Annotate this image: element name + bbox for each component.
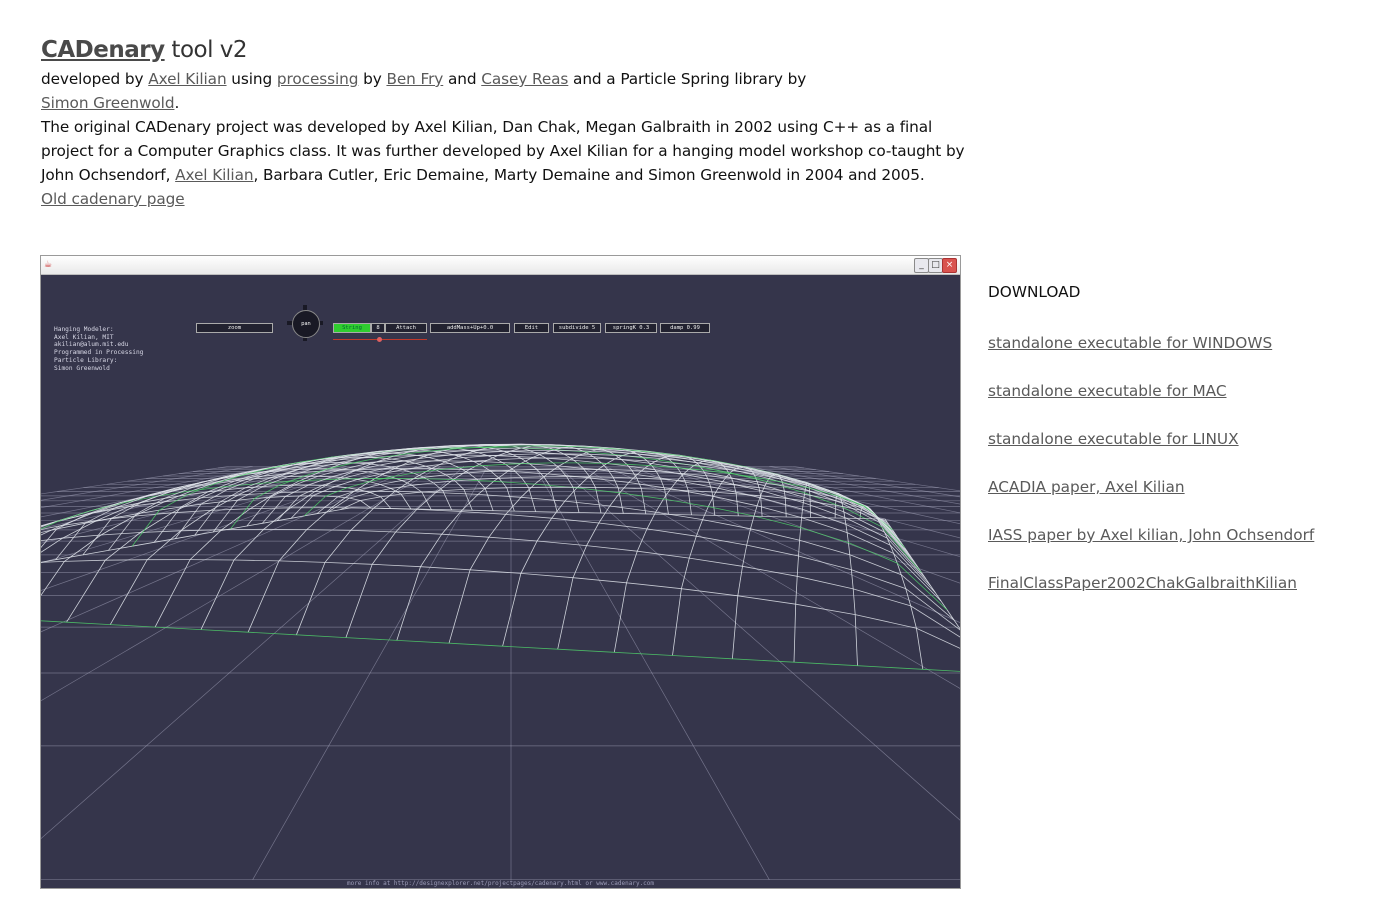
mesh-line xyxy=(834,492,858,666)
mesh-line xyxy=(41,507,960,631)
mesh-line xyxy=(351,507,886,520)
cadenary-title-link[interactable]: CADenary xyxy=(41,37,165,63)
mesh-line xyxy=(55,460,936,594)
old-cadenary-page-link[interactable]: Old cadenary page xyxy=(41,190,185,208)
iass-paper-link[interactable]: IASS paper by Axel kilian, John Ochsendo… xyxy=(988,526,1314,544)
minimize-button[interactable]: _ xyxy=(914,258,929,273)
axel-kilian-link[interactable]: Axel Kilian xyxy=(148,70,226,88)
final-class-paper-link[interactable]: FinalClassPaper2002ChakGalbraithKilian xyxy=(988,574,1297,592)
linux-download-link[interactable]: standalone executable for LINUX xyxy=(988,430,1239,448)
history-paragraph: The original CADenary project was develo… xyxy=(41,115,966,187)
text-span: and xyxy=(443,70,482,88)
mesh-line xyxy=(82,454,931,586)
casey-reas-link[interactable]: Casey Reas xyxy=(481,70,568,88)
text-span: developed by xyxy=(41,70,149,88)
mesh-line xyxy=(448,447,669,644)
text-span: using xyxy=(226,70,277,88)
mac-download-link[interactable]: standalone executable for MAC xyxy=(988,382,1227,400)
mesh-line xyxy=(396,445,647,641)
download-heading: DOWNLOAD xyxy=(988,283,1081,301)
simon-greenwold-link[interactable]: Simon Greenwold xyxy=(41,94,175,112)
windows-download-link[interactable]: standalone executable for WINDOWS xyxy=(988,334,1272,352)
intro-text: developed by Axel Kilian using processin… xyxy=(41,67,966,211)
mesh-line xyxy=(502,450,692,647)
mesh-line xyxy=(41,484,392,527)
hanging-mesh-render xyxy=(41,443,960,881)
acadia-paper-link[interactable]: ACADIA paper, Axel Kilian xyxy=(988,478,1185,496)
mesh-line xyxy=(41,477,948,611)
window-titlebar: ☕ _ □ × xyxy=(41,256,960,275)
page-title-suffix: tool v2 xyxy=(164,37,248,63)
axel-kilian-link-2[interactable]: Axel Kilian xyxy=(175,166,253,184)
credits-paragraph: developed by Axel Kilian using processin… xyxy=(41,67,966,115)
mesh-line xyxy=(262,450,900,541)
close-button[interactable]: × xyxy=(942,258,957,273)
mesh-line xyxy=(41,620,960,672)
app-screenshot: ☕ _ □ × Hanging Modeler: Axel Kilian, MI… xyxy=(40,255,961,889)
java-icon: ☕ xyxy=(44,260,53,270)
mesh-line xyxy=(296,443,602,635)
page-title: CADenary tool v2 xyxy=(41,37,248,63)
text-span: , Barbara Cutler, Eric Demaine, Marty De… xyxy=(253,166,925,184)
text-span: and a Particle Spring library by xyxy=(568,70,807,88)
ben-fry-link[interactable]: Ben Fry xyxy=(386,70,443,88)
processing-link[interactable]: processing xyxy=(277,70,359,88)
mesh-line xyxy=(41,559,960,649)
maximize-button[interactable]: □ xyxy=(928,258,943,273)
text-span: by xyxy=(358,70,387,88)
text-span: . xyxy=(174,94,180,112)
